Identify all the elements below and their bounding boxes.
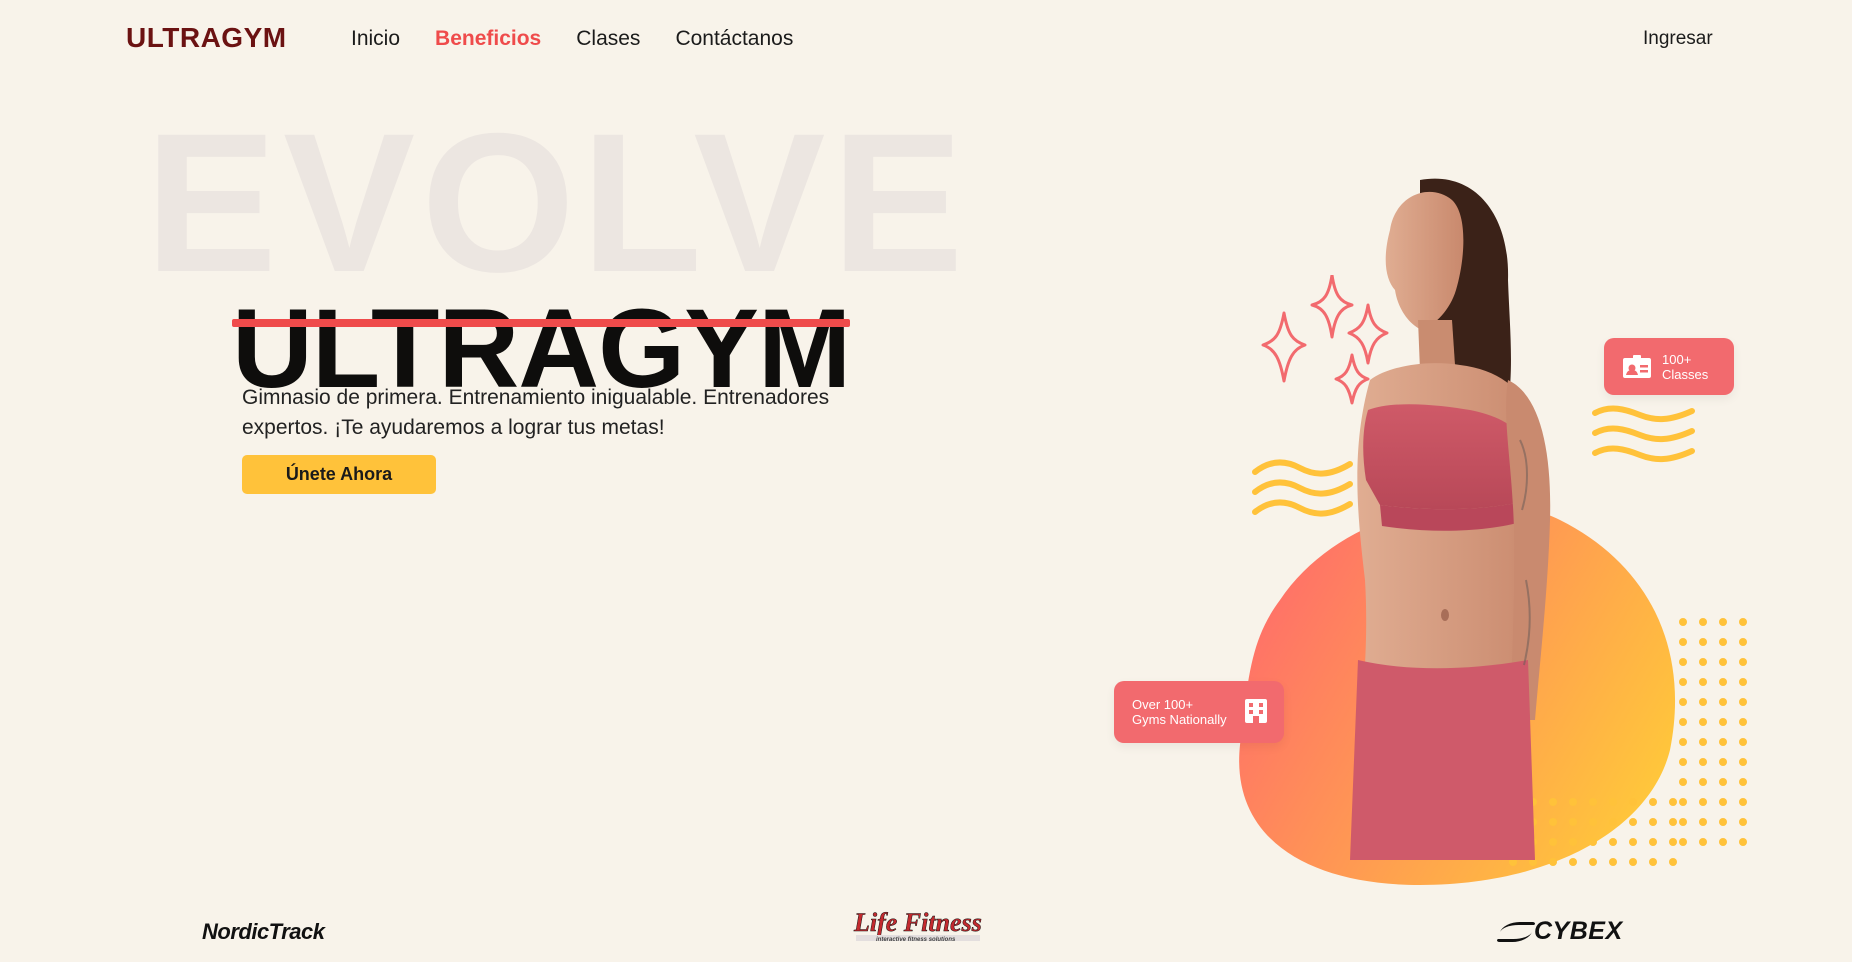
site-header: ULTRAGYM Inicio Beneficios Clases Contác… — [0, 0, 1852, 78]
nordictrack-logo: NordicTrack — [202, 919, 325, 944]
login-link[interactable]: Ingresar — [1643, 28, 1713, 50]
classes-badge-line-1: 100+ — [1662, 351, 1692, 367]
site-logo[interactable]: ULTRAGYM — [126, 22, 287, 54]
cybex-wordmark: CYBEX — [1534, 917, 1623, 945]
classes-badge-text: 100+ Classes — [1662, 352, 1708, 382]
hero-description-line-2: expertos. ¡Te ayudaremos a lograr tus me… — [242, 416, 665, 439]
life-fitness-wordmark: Life Fitness — [853, 908, 982, 937]
gyms-badge-text: Over 100+ Gyms Nationally — [1132, 697, 1227, 727]
hero-illustration — [1100, 130, 1750, 885]
athlete-image — [1350, 178, 1551, 860]
join-now-button[interactable]: Únete Ahora — [242, 455, 436, 494]
cybex-swoosh-icon — [1496, 922, 1536, 943]
hero-title-underline — [232, 319, 850, 327]
hero-description-line-1: Gimnasio de primera. Entrenamiento inigu… — [242, 386, 830, 409]
gyms-badge: Over 100+ Gyms Nationally — [1114, 681, 1284, 743]
brand-logos: NordicTrack Life Fitness interactive fit… — [0, 905, 1852, 962]
classes-badge-line-2: Classes — [1662, 366, 1709, 382]
classes-badge: 100+ Classes — [1604, 338, 1734, 395]
nav-link-clases[interactable]: Clases — [576, 27, 640, 51]
nav-link-inicio[interactable]: Inicio — [351, 27, 400, 51]
landing-page: ULTRAGYM Inicio Beneficios Clases Contác… — [0, 0, 1852, 962]
hero-background-word: EVOLVE — [145, 92, 970, 313]
gyms-badge-line-2: Gyms Nationally — [1132, 712, 1227, 727]
main-nav: Inicio Beneficios Clases Contáctanos — [351, 27, 793, 51]
cybex-logo: CYBEX — [1496, 917, 1623, 946]
life-fitness-logo: Life Fitness interactive fitness solutio… — [850, 907, 990, 947]
id-card-icon — [1622, 354, 1652, 380]
nav-link-beneficios[interactable]: Beneficios — [435, 27, 541, 51]
gyms-badge-line-1: Over 100+ — [1132, 697, 1194, 712]
nav-link-contactanos[interactable]: Contáctanos — [675, 27, 793, 51]
building-icon — [1244, 698, 1268, 727]
hero-description: Gimnasio de primera. Entrenamiento inigu… — [242, 383, 862, 443]
svg-text:interactive fitness solutions: interactive fitness solutions — [876, 937, 956, 943]
